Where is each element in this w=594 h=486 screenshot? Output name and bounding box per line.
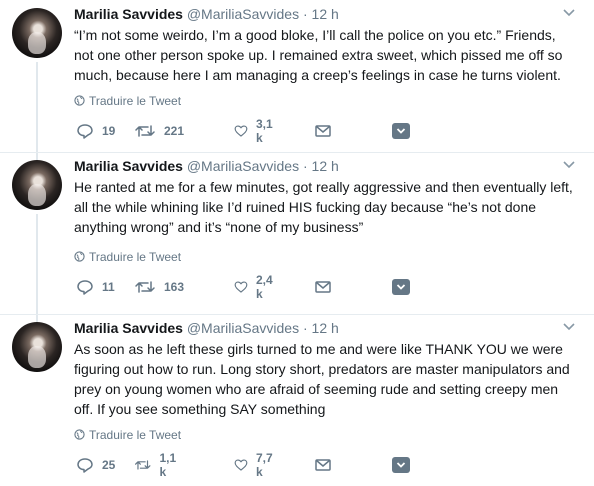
direct-message-button[interactable] — [314, 276, 332, 298]
like-count: 2,4 k — [255, 273, 273, 301]
extension-button[interactable] — [392, 276, 410, 298]
retweet-count: 221 — [164, 124, 185, 138]
tweet-header: Marilia Savvides @MariliaSavvides · 12 h — [74, 320, 339, 336]
reply-button[interactable]: 19 — [76, 120, 115, 142]
like-button[interactable]: 3,1 k — [234, 117, 277, 145]
author-name[interactable]: Marilia Savvides — [74, 6, 183, 22]
tweet[interactable]: Marilia Savvides @MariliaSavvides · 12 h… — [0, 152, 594, 322]
globe-icon — [74, 429, 85, 440]
author-name[interactable]: Marilia Savvides — [74, 158, 183, 174]
timestamp[interactable]: 12 h — [312, 320, 339, 336]
retweet-icon — [134, 460, 151, 470]
translate-link[interactable]: Traduire le Tweet — [74, 428, 181, 442]
heart-icon — [234, 459, 248, 471]
tweet-header: Marilia Savvides @MariliaSavvides · 12 h — [74, 158, 339, 174]
like-button[interactable]: 2,4 k — [234, 273, 277, 301]
translate-label: Traduire le Tweet — [89, 250, 182, 264]
envelope-icon — [315, 281, 331, 293]
retweet-count: 1,1 k — [159, 451, 177, 479]
translate-label: Traduire le Tweet — [89, 428, 182, 442]
author-handle[interactable]: @MariliaSavvides — [187, 6, 299, 22]
reply-icon — [77, 458, 93, 473]
avatar[interactable] — [12, 8, 62, 58]
tweet-text: He ranted at me for a few minutes, got r… — [74, 179, 573, 235]
chevron-down-icon[interactable] — [562, 160, 576, 170]
avatar[interactable] — [12, 322, 62, 372]
reply-count: 11 — [102, 280, 115, 294]
direct-message-button[interactable] — [314, 454, 332, 476]
retweet-count: 163 — [164, 280, 185, 294]
like-count: 7,7 k — [255, 451, 273, 479]
translate-label: Traduire le Tweet — [89, 94, 182, 108]
translate-link[interactable]: Traduire le Tweet — [74, 250, 181, 264]
tweet-thread: Marilia Savvides @MariliaSavvides · 12 h… — [0, 0, 594, 486]
envelope-icon — [315, 125, 331, 137]
separator-dot: · — [302, 158, 308, 174]
like-button[interactable]: 7,7 k — [234, 451, 277, 479]
extension-icon — [392, 279, 410, 295]
extension-icon — [392, 123, 410, 139]
retweet-button[interactable]: 163 — [134, 276, 184, 298]
tweet[interactable]: Marilia Savvides @MariliaSavvides · 12 h… — [0, 314, 594, 486]
tweet-text: As soon as he left these girls turned to… — [74, 341, 570, 417]
author-name[interactable]: Marilia Savvides — [74, 320, 183, 336]
reply-icon — [77, 124, 93, 139]
extension-button[interactable] — [392, 454, 410, 476]
reply-count: 19 — [102, 124, 116, 138]
chevron-down-icon[interactable] — [562, 322, 576, 332]
extension-button[interactable] — [392, 120, 410, 142]
separator-dot: · — [302, 6, 308, 22]
timestamp[interactable]: 12 h — [312, 158, 339, 174]
translate-link[interactable]: Traduire le Tweet — [74, 94, 181, 108]
author-handle[interactable]: @MariliaSavvides — [187, 320, 299, 336]
reply-count: 25 — [102, 458, 116, 472]
heart-icon — [234, 125, 248, 137]
globe-icon — [74, 95, 85, 106]
tweet[interactable]: Marilia Savvides @MariliaSavvides · 12 h… — [0, 0, 594, 160]
separator-dot: · — [302, 320, 308, 336]
like-count: 3,1 k — [255, 117, 273, 145]
reply-icon — [77, 280, 93, 295]
retweet-button[interactable]: 1,1 k — [134, 451, 181, 479]
direct-message-button[interactable] — [314, 120, 332, 142]
retweet-button[interactable]: 221 — [134, 120, 184, 142]
retweet-icon — [135, 281, 155, 293]
globe-icon — [74, 251, 85, 262]
reply-button[interactable]: 25 — [76, 454, 115, 476]
timestamp[interactable]: 12 h — [312, 6, 339, 22]
reply-button[interactable]: 11 — [76, 276, 115, 298]
thread-connector — [36, 62, 38, 160]
avatar[interactable] — [12, 160, 62, 210]
envelope-icon — [315, 459, 331, 471]
heart-icon — [234, 281, 248, 293]
extension-icon — [392, 457, 410, 473]
chevron-down-icon[interactable] — [562, 8, 576, 18]
author-handle[interactable]: @MariliaSavvides — [187, 158, 299, 174]
retweet-icon — [135, 125, 155, 137]
tweet-text: “I’m not some weirdo, I’m a good bloke, … — [74, 27, 563, 83]
tweet-header: Marilia Savvides @MariliaSavvides · 12 h — [74, 6, 339, 22]
thread-connector — [36, 214, 38, 322]
